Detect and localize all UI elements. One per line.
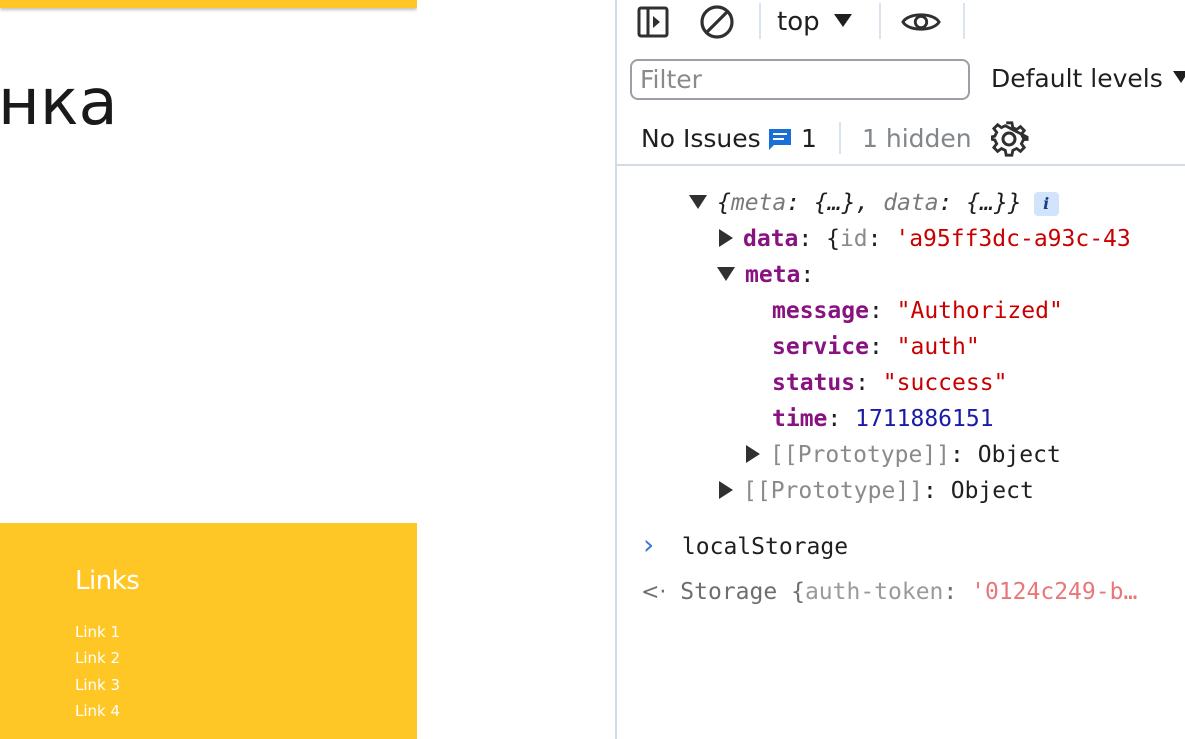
issues-label: No Issues — [641, 124, 761, 153]
toolbar-divider — [759, 3, 761, 39]
devtools-console-panel: top Default levels No Issues 1 — [615, 0, 1185, 739]
meta-field-row: service: "auth" — [772, 334, 980, 360]
meta-property-row[interactable]: meta: — [717, 257, 814, 293]
footer-link-4[interactable]: Link 4 — [75, 698, 120, 724]
context-select-label: top — [777, 7, 820, 37]
footer: Links Link 1 Link 2 Link 3 Link 4 — [0, 523, 417, 739]
outer-prototype-row[interactable]: [[Prototype]]: Object — [719, 473, 1034, 509]
page-title: нка — [0, 66, 118, 140]
footer-link-2[interactable]: Link 2 — [75, 645, 120, 671]
footer-link-3[interactable]: Link 3 — [75, 672, 120, 698]
issues-count-button[interactable]: 1 — [767, 124, 817, 153]
log-levels-label: Default levels — [991, 64, 1163, 93]
console-command: localStorage — [681, 534, 849, 560]
console-toolbar: top — [617, 0, 1185, 46]
chevron-down-icon — [1172, 70, 1185, 83]
clear-console-button[interactable] — [697, 2, 737, 42]
footer-heading: Links — [75, 566, 140, 596]
eye-icon — [901, 13, 941, 31]
meta-field-row: message: "Authorized" — [772, 298, 1063, 324]
data-property-row[interactable]: data: {id: 'a95ff3dc-a93c-43 — [719, 221, 1131, 257]
hidden-messages-count: 1 hidden — [862, 124, 972, 153]
header-bar — [0, 0, 417, 8]
footer-link-1[interactable]: Link 1 — [75, 619, 120, 645]
filter-input[interactable] — [630, 59, 970, 100]
inner-prototype-row[interactable]: [[Prototype]]: Object — [746, 437, 1061, 473]
meta-field-row: status: "success" — [772, 370, 1008, 396]
web-page: нка Links Link 1 Link 2 Link 3 Link 4 — [0, 0, 417, 739]
live-expression-button[interactable] — [901, 2, 941, 42]
context-select[interactable]: top — [777, 3, 852, 41]
expand-triangle-icon[interactable] — [719, 480, 733, 499]
console-result-row[interactable]: <· Storage {auth-token: '0124c249-b… — [641, 574, 1137, 611]
chevron-down-icon — [833, 13, 852, 27]
info-icon[interactable]: i — [1033, 191, 1059, 216]
object-summary-row[interactable]: {meta: {…}, data: {…}} i — [689, 185, 1059, 221]
expand-triangle-icon[interactable] — [689, 194, 707, 209]
meta-field-row: time: 1711886151 — [772, 406, 994, 432]
toolbar-divider — [879, 3, 881, 39]
return-arrow-icon: <· — [641, 580, 667, 605]
sidebar-toggle-button[interactable] — [633, 2, 673, 42]
footer-links: Link 1 Link 2 Link 3 Link 4 — [75, 619, 120, 724]
gear-icon[interactable] — [991, 120, 1029, 158]
prompt-chevron-icon: › — [643, 528, 655, 561]
filter-row: Default levels — [617, 56, 1185, 104]
issues-count: 1 — [801, 124, 817, 153]
issues-divider — [839, 122, 841, 154]
issues-bar: No Issues 1 1 hidden — [617, 114, 1185, 166]
sidebar-toggle-icon — [637, 6, 669, 38]
console-input-row[interactable]: › localStorage — [643, 527, 848, 565]
log-levels-dropdown[interactable]: Default levels — [991, 64, 1185, 93]
clear-console-icon — [700, 5, 734, 39]
expand-triangle-icon[interactable] — [746, 444, 760, 463]
toolbar-divider — [963, 3, 965, 39]
expand-triangle-icon[interactable] — [719, 228, 733, 247]
expand-triangle-icon[interactable] — [717, 266, 735, 281]
message-icon — [769, 128, 791, 150]
